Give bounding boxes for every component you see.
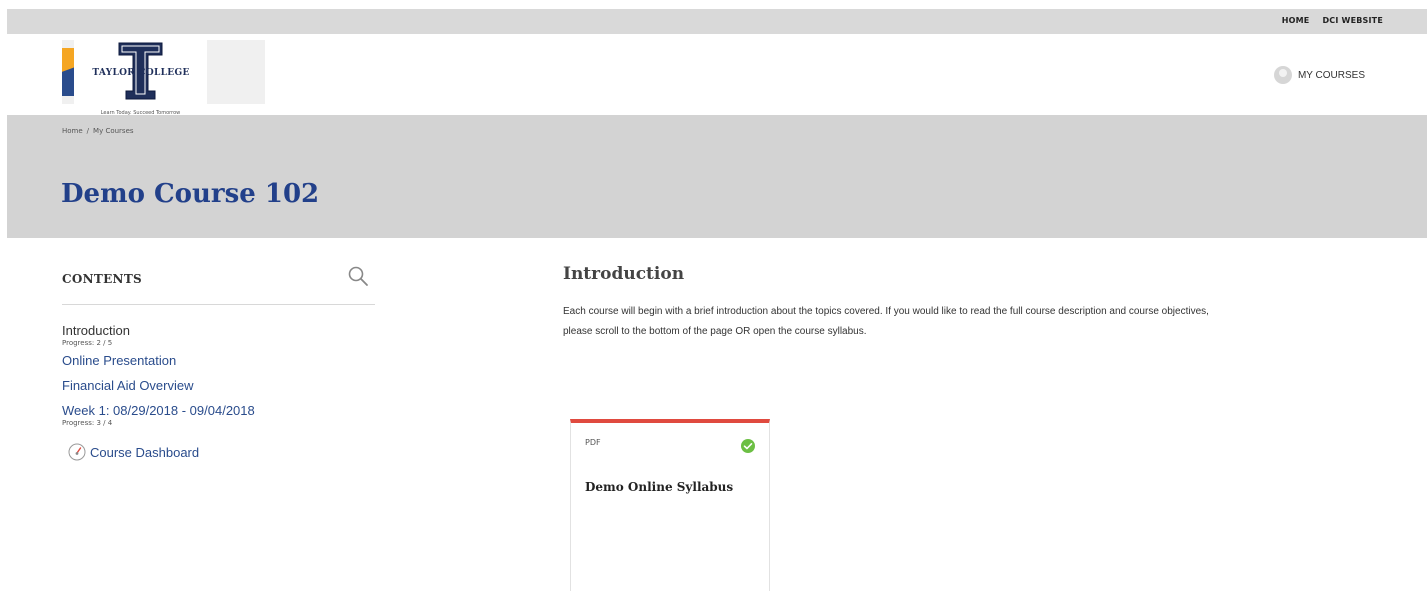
logo[interactable]: TAYLOR COLLEGE Learn Today. Succeed Tomo… (62, 40, 265, 120)
avatar-icon (1273, 66, 1292, 84)
search-icon[interactable] (347, 265, 369, 287)
breadcrumb-my-courses[interactable]: My Courses (93, 127, 134, 135)
main-content: Introduction Each course will begin with… (563, 264, 1243, 342)
course-dashboard-label: Course Dashboard (90, 444, 200, 460)
logo-name: TAYLOR COLLEGE (92, 68, 190, 78)
my-courses-label: MY COURSES (1297, 69, 1365, 81)
section-description: Each course will begin with a brief intr… (563, 306, 1209, 337)
my-courses-link[interactable]: MY COURSES (1273, 66, 1365, 84)
toc-item-online-presentation[interactable]: Online Presentation (62, 353, 375, 369)
section-title: Introduction (563, 264, 685, 284)
breadcrumb: Home / My Courses (62, 127, 134, 135)
toc-item-financial-aid-overview[interactable]: Financial Aid Overview (62, 378, 375, 394)
page-title: Demo Course 102 (61, 179, 320, 209)
toc-gap (62, 394, 375, 403)
logo-stripe (62, 48, 74, 96)
dci-website-link[interactable]: DCI WEBSITE (1322, 16, 1383, 25)
contents-header: CONTENTS (62, 264, 375, 305)
dashboard-gauge-icon (68, 443, 86, 461)
breadcrumb-home[interactable]: Home (62, 127, 83, 135)
card-title: Demo Online Syllabus (585, 480, 734, 494)
breadcrumb-separator: / (86, 127, 90, 135)
contents-sidebar: CONTENTS Introduction Progress: 2 / 5 On… (62, 264, 375, 461)
toc-item-week-1[interactable]: Week 1: 08/29/2018 - 09/04/2018 (62, 403, 375, 419)
top-bar: HOME DCI WEBSITE (7, 9, 1427, 34)
site-header: TAYLOR COLLEGE Learn Today. Succeed Tomo… (7, 34, 1427, 120)
contents-title: CONTENTS (62, 272, 143, 286)
completed-check-icon (741, 439, 755, 453)
toc-gap (62, 369, 375, 378)
taylor-college-logo: TAYLOR COLLEGE Learn Today. Succeed Tomo… (74, 40, 207, 120)
top-links: HOME DCI WEBSITE (1272, 16, 1383, 25)
home-link[interactable]: HOME (1282, 16, 1310, 25)
syllabus-card[interactable]: PDF Demo Online Syllabus (570, 419, 770, 591)
course-dashboard-link[interactable]: Course Dashboard (68, 443, 375, 461)
toc-item-introduction[interactable]: Introduction (62, 323, 375, 339)
page-frame: HOME DCI WEBSITE TAYLOR COLLEGE Learn To… (7, 9, 1427, 591)
course-banner: Home / My Courses Demo Course 102 (7, 115, 1427, 238)
card-type-label: PDF (585, 438, 601, 447)
toc-progress-week-1: Progress: 3 / 4 (62, 419, 113, 427)
toc-progress-introduction: Progress: 2 / 5 (62, 339, 113, 347)
contents-list: Introduction Progress: 2 / 5 Online Pres… (62, 323, 375, 428)
